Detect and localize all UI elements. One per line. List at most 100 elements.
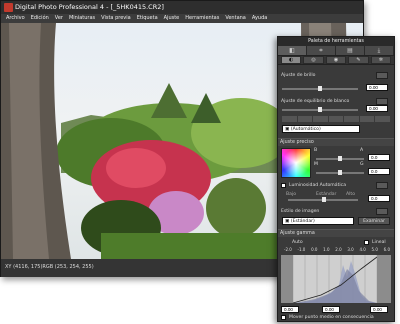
level-low-label: Bajo xyxy=(286,192,297,197)
auto-luminosity-label: Luminosidad Automática xyxy=(289,183,347,188)
crop-icon: ⌗ xyxy=(319,47,323,54)
wb-preset[interactable] xyxy=(282,116,297,122)
picture-style-label: Estilo de imagen xyxy=(281,209,320,214)
tab-crop[interactable]: ⌗ xyxy=(307,46,336,55)
brightness-slider-handle[interactable] xyxy=(318,86,322,91)
mg-slider-handle[interactable] xyxy=(338,170,342,175)
tab-basic[interactable]: ◧ xyxy=(278,46,307,55)
wb-mode-select[interactable]: ▣ (Automático) xyxy=(282,125,360,133)
gamma-tick: 2.0 xyxy=(335,247,342,252)
lens-icon: ◉ xyxy=(333,57,339,63)
mg-value[interactable] xyxy=(368,168,390,175)
fine-adjust-header[interactable]: Ajuste preciso xyxy=(278,138,394,146)
style-reset-button[interactable] xyxy=(376,208,388,215)
auto-luminosity-checkbox[interactable] xyxy=(281,183,286,188)
level-high-label: Alto xyxy=(346,192,356,197)
wb-preset[interactable] xyxy=(344,116,359,122)
luminosity-reset-button[interactable] xyxy=(376,182,388,189)
luminosity-slider-handle[interactable] xyxy=(322,197,326,202)
picture-style-value: (Estándar) xyxy=(290,219,315,224)
menu-vista-previa[interactable]: Vista previa xyxy=(101,14,131,23)
m-label: M xyxy=(314,162,318,167)
brightness-reset-button[interactable] xyxy=(376,72,388,79)
luminosity-value[interactable] xyxy=(368,195,390,202)
wb-slider[interactable] xyxy=(282,107,358,112)
wb-presets xyxy=(282,116,391,122)
ba-slider[interactable] xyxy=(316,156,364,161)
gamma-label: Ajuste gamma xyxy=(280,231,315,236)
palette-body: Ajuste de brillo Ajuste de equilibrio de… xyxy=(278,66,394,321)
menu-edicion[interactable]: Edición xyxy=(31,14,49,23)
wb-reset-button[interactable] xyxy=(376,98,388,105)
menu-ver[interactable]: Ver xyxy=(55,14,63,23)
ba-slider-handle[interactable] xyxy=(338,156,342,161)
tab-detail[interactable]: ▤ xyxy=(336,46,365,55)
brightness-slider[interactable] xyxy=(282,86,358,91)
gamma-tick: -2.0 xyxy=(284,247,292,252)
color-wheel[interactable] xyxy=(281,148,311,178)
tool-palette[interactable]: Paleta de herramientas ◧ ⌗ ▤ ⤓ ◐ ◎ ◉ ✎ ✲… xyxy=(277,36,395,322)
fine-adjust-label: Ajuste preciso xyxy=(280,140,314,145)
wb-preset[interactable] xyxy=(328,116,344,122)
subtab-3[interactable]: ◉ xyxy=(325,56,347,64)
subtab-4[interactable]: ✎ xyxy=(348,56,369,64)
tone-icon: ◎ xyxy=(311,57,316,63)
linear-checkbox[interactable] xyxy=(364,240,369,245)
subtab-2[interactable]: ◎ xyxy=(303,56,324,64)
menu-ayuda[interactable]: Ayuda xyxy=(252,14,267,23)
gamma-tick: 5.0 xyxy=(371,247,378,252)
gamma-tick: 6.0 xyxy=(383,247,390,252)
subtab-5[interactable]: ✲ xyxy=(370,56,392,64)
browse-button[interactable]: Examinar xyxy=(358,217,390,225)
gamma-histogram[interactable] xyxy=(281,255,391,303)
gamma-high-value[interactable] xyxy=(370,306,388,313)
wb-slider-handle[interactable] xyxy=(318,107,322,112)
linear-label: Lineal xyxy=(372,240,386,245)
brightness-value[interactable] xyxy=(366,84,388,91)
wb-preset[interactable] xyxy=(359,116,375,122)
menu-ventana[interactable]: Ventana xyxy=(225,14,246,23)
gear-icon: ✲ xyxy=(378,57,383,63)
wb-preset[interactable] xyxy=(375,116,391,122)
picture-style-select[interactable]: ▣ (Estándar) xyxy=(282,217,354,225)
move-midpoint-label: Mover punto medio en consecuencia xyxy=(289,315,374,320)
menu-miniaturas[interactable]: Miniaturas xyxy=(69,14,95,23)
title-bar: Digital Photo Professional 4 - [_5HK0415… xyxy=(1,1,363,14)
g-label: G xyxy=(360,162,364,167)
gamma-mid-value[interactable] xyxy=(322,306,340,313)
ba-value[interactable] xyxy=(368,154,390,161)
brightness-label: Ajuste de brillo xyxy=(281,73,316,78)
b-label: B xyxy=(314,148,318,153)
window-title: Digital Photo Professional 4 - [_5HK0415… xyxy=(15,3,164,11)
menu-archivo[interactable]: Archivo xyxy=(6,14,25,23)
wb-preset[interactable] xyxy=(297,116,313,122)
gamma-auto-button[interactable]: Auto xyxy=(292,240,303,245)
gamma-tick: 4.0 xyxy=(359,247,366,252)
wb-label: Ajuste de equilibrio de blanco xyxy=(281,99,350,104)
move-midpoint-checkbox[interactable] xyxy=(281,315,286,320)
tab-output[interactable]: ⤓ xyxy=(365,46,394,55)
gamma-tick: -1.0 xyxy=(297,247,306,252)
palette-title[interactable]: Paleta de herramientas xyxy=(278,37,394,46)
gamma-low-value[interactable] xyxy=(281,306,299,313)
menu-herramientas[interactable]: Herramientas xyxy=(185,14,219,23)
level-mid-label: Estándar xyxy=(316,192,337,197)
palette-subtabs: ◐ ◎ ◉ ✎ ✲ xyxy=(278,56,394,65)
wb-mode-value: (Automático) xyxy=(290,127,321,132)
wb-value[interactable] xyxy=(366,105,388,112)
gamma-tick: 1.0 xyxy=(323,247,330,252)
status-text: XY (4116, 175)RGB (253, 254, 255) xyxy=(5,264,94,270)
brightness-icon: ◐ xyxy=(289,57,294,63)
mg-slider[interactable] xyxy=(316,170,364,175)
subtab-1[interactable]: ◐ xyxy=(281,56,302,64)
wb-preset[interactable] xyxy=(313,116,328,122)
luminosity-slider[interactable] xyxy=(288,197,358,202)
palette-tabs: ◧ ⌗ ▤ ⤓ xyxy=(278,46,394,56)
output-icon: ⤓ xyxy=(377,47,381,54)
menu-ajuste[interactable]: Ajuste xyxy=(164,14,180,23)
gamma-tick: 3.0 xyxy=(347,247,354,252)
menu-bar: Archivo Edición Ver Miniaturas Vista pre… xyxy=(1,14,363,23)
app-icon xyxy=(4,3,13,12)
gamma-header[interactable]: Ajuste gamma xyxy=(278,229,394,237)
menu-etiqueta[interactable]: Etiqueta xyxy=(137,14,158,23)
